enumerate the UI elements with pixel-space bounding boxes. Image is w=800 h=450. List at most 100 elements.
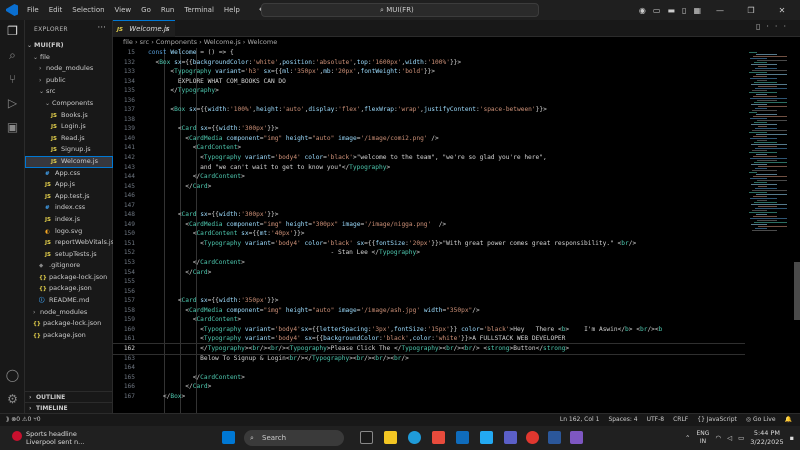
code-line[interactable]: 15 const Welcome = () => { xyxy=(113,48,753,58)
breadcrumb-item[interactable]: Welcome xyxy=(247,38,277,46)
indentation[interactable]: Spaces: 4 xyxy=(608,414,637,426)
code-line[interactable]: 141 <CardContent> xyxy=(113,143,753,153)
layout-secondary-icon[interactable]: ▯ xyxy=(682,6,686,15)
edge-icon[interactable] xyxy=(408,431,421,444)
tree-item[interactable]: ⌄ file xyxy=(25,52,113,64)
breadcrumb-item[interactable]: src xyxy=(140,38,150,46)
tree-item[interactable]: ◐ logo.svg xyxy=(25,226,113,238)
layout-sidebar-icon[interactable]: ▭ xyxy=(653,6,661,15)
code-editor[interactable]: 15 const Welcome = () => {132 <Box sx={{b… xyxy=(113,48,753,413)
volume-icon[interactable]: ◁ xyxy=(727,434,732,442)
tree-item[interactable]: JS reportWebVitals.js xyxy=(25,237,113,249)
scrollbar-thumb[interactable] xyxy=(794,262,800,320)
tree-item[interactable]: JS App.js xyxy=(25,179,113,191)
vscode-taskbar-icon[interactable] xyxy=(480,431,493,444)
tree-item[interactable]: › public xyxy=(25,75,113,87)
tree-item[interactable]: ⓘ README.md xyxy=(25,295,113,307)
wifi-icon[interactable]: ◠ xyxy=(715,434,721,442)
code-line[interactable]: 143 and "we can't wait to get to know yo… xyxy=(113,163,753,173)
store-icon[interactable] xyxy=(432,431,445,444)
menu-run[interactable]: Run xyxy=(156,0,179,20)
code-line[interactable]: 157 <Card sx={{width:'350px'}}> xyxy=(113,296,753,306)
app-icon[interactable] xyxy=(570,431,583,444)
tree-item[interactable]: # index.css xyxy=(25,202,113,214)
language-mode[interactable]: {} JavaScript xyxy=(697,414,737,426)
tree-item[interactable]: › node_modules xyxy=(25,63,113,75)
tree-item[interactable]: JS App.test.js xyxy=(25,191,113,203)
file-explorer-icon[interactable] xyxy=(384,431,397,444)
customize-layout-icon[interactable]: ▦ xyxy=(693,6,701,15)
tree-item[interactable]: JS Books.js xyxy=(25,110,113,122)
cursor-position[interactable]: Ln 162, Col 1 xyxy=(560,414,600,426)
breadcrumb-item[interactable]: file xyxy=(123,38,133,46)
search-view-icon[interactable]: ⌕ xyxy=(5,48,20,63)
more-actions-icon[interactable]: ··· xyxy=(97,23,106,33)
menu-edit[interactable]: Edit xyxy=(44,0,68,20)
restore-button[interactable]: ❐ xyxy=(739,6,763,15)
go-live-button[interactable]: ◎ Go Live xyxy=(746,414,776,426)
code-line[interactable]: 138 xyxy=(113,115,753,125)
tree-item[interactable]: {} package.json xyxy=(25,330,113,342)
code-line[interactable]: 163 Below To Signup & Login<br/></Typogr… xyxy=(113,354,753,364)
code-line[interactable]: 149 <CardMedia component="img" height="3… xyxy=(113,220,753,230)
tab-welcome-js[interactable]: JS Welcome.js × xyxy=(113,20,175,37)
account-icon[interactable]: ◯ xyxy=(5,368,20,383)
minimap[interactable] xyxy=(745,48,800,413)
timeline-section[interactable]: › TIMELINE xyxy=(25,402,113,413)
tree-item[interactable]: JS Login.js xyxy=(25,121,113,133)
menu-selection[interactable]: Selection xyxy=(67,0,109,20)
source-control-icon[interactable]: ⑂ xyxy=(5,72,20,87)
code-line[interactable]: 148 <Card sx={{width:'300px'}}> xyxy=(113,210,753,220)
word-icon[interactable] xyxy=(548,431,561,444)
code-line[interactable]: 152 - Stan Lee </Typography> xyxy=(113,248,753,258)
code-line[interactable]: 155 xyxy=(113,277,753,287)
code-line[interactable]: 161 <Typography variant='body4' sx={{bac… xyxy=(113,334,753,344)
code-line[interactable]: 135 </Typography> xyxy=(113,86,753,96)
tree-item[interactable]: ⌄ Components xyxy=(25,98,113,110)
code-line[interactable]: 167 </Box> xyxy=(113,392,753,402)
menu-help[interactable]: Help xyxy=(219,0,245,20)
explorer-icon[interactable]: ❐ xyxy=(5,24,20,39)
language-indicator[interactable]: ENG IN xyxy=(696,430,709,446)
code-line[interactable]: 147 xyxy=(113,201,753,211)
code-line[interactable]: 134 EXPLORE WHAT COM_BOOKS CAN DO xyxy=(113,77,753,87)
code-line[interactable]: 165 </CardContent> xyxy=(113,373,753,383)
code-line[interactable]: 164 xyxy=(113,363,753,373)
code-line[interactable]: 166 </Card> xyxy=(113,382,753,392)
tree-item[interactable]: # App.css xyxy=(25,168,113,180)
menu-terminal[interactable]: Terminal xyxy=(179,0,219,20)
code-line[interactable]: 144 </CardContent> xyxy=(113,172,753,182)
code-line[interactable]: 159 <CardContent> xyxy=(113,315,753,325)
code-line[interactable]: 158 <CardMedia component="img" height="a… xyxy=(113,306,753,316)
tree-item[interactable]: {} package-lock.json xyxy=(25,318,113,330)
run-debug-icon[interactable]: ▷ xyxy=(5,96,20,111)
code-line[interactable]: 146 xyxy=(113,191,753,201)
menu-file[interactable]: File xyxy=(22,0,44,20)
close-tab-icon[interactable]: × xyxy=(164,21,170,37)
code-line[interactable]: 142 <Typography variant='body4' color='b… xyxy=(113,153,753,163)
tree-item[interactable]: ⌄ src xyxy=(25,86,113,98)
outline-section[interactable]: › OUTLINE xyxy=(25,391,113,402)
code-line[interactable]: 132 <Box sx={{backgroundColor:'white',po… xyxy=(113,58,753,68)
teams-icon[interactable] xyxy=(504,431,517,444)
clock[interactable]: 5:44 PM 3/22/2025 xyxy=(750,429,783,447)
breadcrumb-item[interactable]: Welcome.js xyxy=(204,38,241,46)
extensions-icon[interactable]: ▣ xyxy=(5,120,20,135)
minimize-button[interactable]: — xyxy=(708,6,732,15)
tree-item[interactable]: {} package-lock.json xyxy=(25,272,113,284)
menu-go[interactable]: Go xyxy=(136,0,156,20)
tree-root[interactable]: ⌄ MUI(FR) xyxy=(25,40,113,52)
chrome-icon[interactable] xyxy=(526,431,539,444)
more-actions-icon[interactable]: ··· xyxy=(766,22,792,31)
breadcrumb-item[interactable]: Components xyxy=(156,38,197,46)
tree-item[interactable]: › node_modules xyxy=(25,307,113,319)
task-view-icon[interactable] xyxy=(360,431,373,444)
status-left[interactable]: ⟫ ⊗0 ⚠0 ⑂0 xyxy=(6,414,41,426)
code-line[interactable]: 145 </Card> xyxy=(113,182,753,192)
code-line[interactable]: 156 xyxy=(113,287,753,297)
tree-item[interactable]: JS Read.js xyxy=(25,133,113,145)
layout-panel-icon[interactable]: ▬ xyxy=(667,6,675,15)
split-editor-icon[interactable]: ▯ xyxy=(756,22,766,31)
notification-center-icon[interactable]: ▪ xyxy=(790,434,794,442)
code-line[interactable]: 139 <Card sx={{width:'300px'}}> xyxy=(113,124,753,134)
